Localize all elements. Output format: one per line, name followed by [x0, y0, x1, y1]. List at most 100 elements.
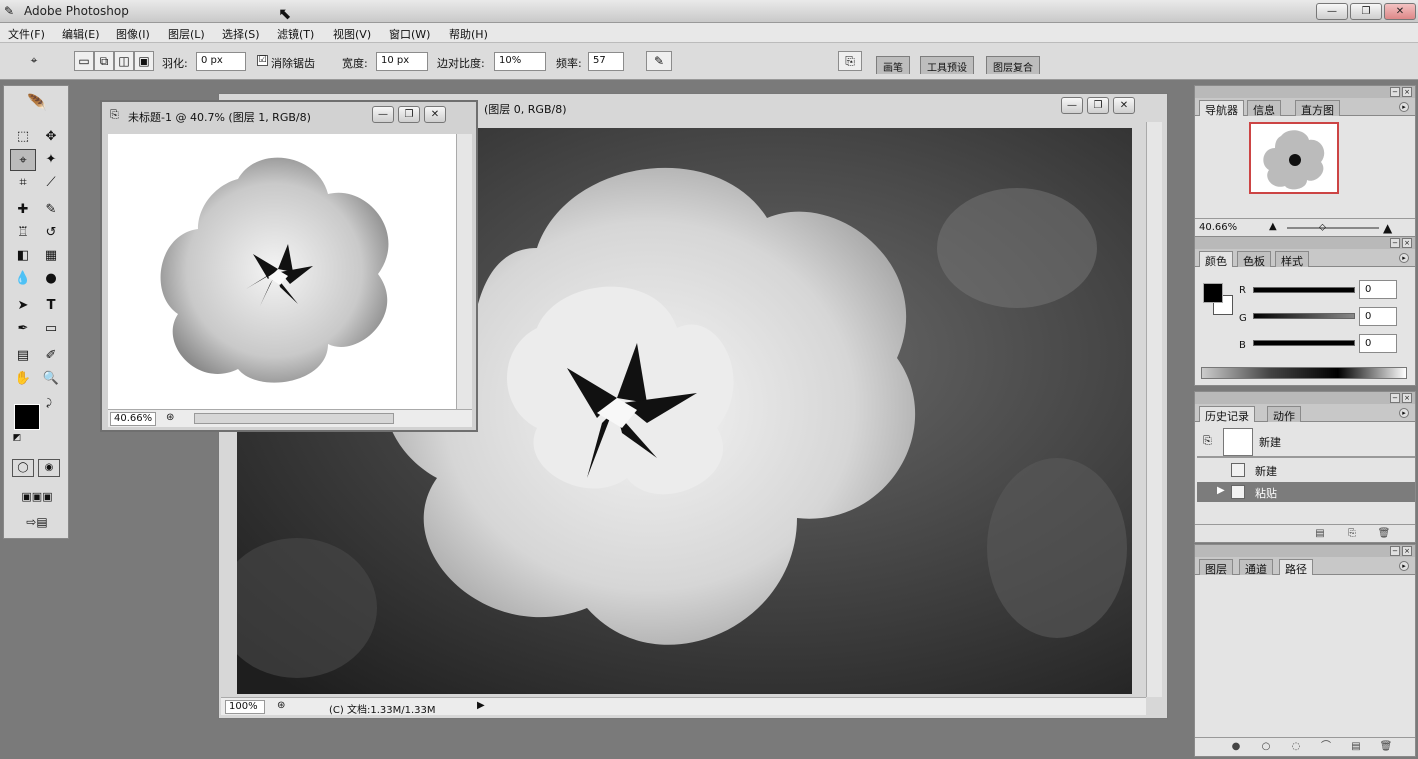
notes-icon[interactable]: ▤ — [10, 345, 36, 367]
doc-close-button[interactable]: ✕ — [1113, 97, 1135, 114]
marquee-icon[interactable]: ⬚ — [10, 126, 36, 148]
history-brush-icon[interactable]: ↺ — [38, 222, 64, 244]
magic-wand-icon[interactable]: ✦ — [38, 149, 64, 171]
photoshop-feather-icon[interactable]: 🪶 — [10, 92, 64, 118]
new-path-icon[interactable]: ▤ — [1349, 740, 1363, 754]
small-restore-button[interactable]: ❐ — [398, 106, 420, 123]
blur-icon[interactable]: 💧 — [10, 268, 36, 290]
add-selection-icon[interactable]: ⧉ — [94, 51, 114, 71]
menu-window[interactable]: 窗口(W) — [389, 26, 430, 42]
history-item[interactable]: 新建 — [1197, 460, 1415, 480]
tab-layers[interactable]: 图层 — [1199, 559, 1233, 576]
panel-close-icon[interactable]: × — [1402, 238, 1412, 248]
fill-path-icon[interactable]: ● — [1229, 740, 1243, 754]
edge-contrast-input[interactable]: 10% — [494, 52, 546, 71]
standard-mode-icon[interactable]: ◯ — [12, 459, 34, 477]
panel-minimize-icon[interactable]: − — [1390, 87, 1400, 97]
slice-icon[interactable]: ⟋ — [38, 172, 64, 194]
menu-select[interactable]: 选择(S) — [222, 26, 260, 42]
foreground-color-chip[interactable] — [1203, 283, 1223, 303]
make-work-path-icon[interactable]: ⌒ — [1319, 740, 1333, 754]
tablet-pressure-icon[interactable]: ✎ — [646, 51, 672, 71]
channel-g-value[interactable]: 0 — [1359, 307, 1397, 326]
crop-icon[interactable]: ⌗ — [10, 172, 36, 194]
tab-styles[interactable]: 样式 — [1275, 251, 1309, 268]
file-browser-icon[interactable]: ⎘ — [838, 51, 862, 71]
doc-minimize-button[interactable]: — — [1061, 97, 1083, 114]
clone-stamp-icon[interactable]: ♖ — [10, 222, 36, 244]
screen-mode-icons[interactable]: ▣▣▣ — [10, 488, 64, 506]
pen-icon[interactable]: ✒ — [10, 318, 36, 340]
history-snapshot-row[interactable]: ⎘ 新建 — [1197, 426, 1415, 458]
delete-state-icon[interactable]: 🗑 — [1377, 527, 1391, 541]
small-vertical-scrollbar[interactable] — [456, 134, 472, 409]
navigator-zoom-slider[interactable] — [1287, 227, 1379, 229]
jump-to-imageready-icon[interactable]: ⇨▤ — [10, 512, 64, 532]
main-zoom-field[interactable]: 100% — [225, 700, 265, 714]
channel-r-slider[interactable] — [1253, 287, 1355, 293]
well-tab-layer-comps[interactable]: 图层复合 — [986, 56, 1040, 74]
history-item-selected[interactable]: ▶ 粘贴 — [1197, 482, 1415, 502]
frequency-input[interactable]: 57 — [588, 52, 624, 71]
main-zoom-icon[interactable]: ⊛ — [277, 700, 285, 711]
new-snapshot-icon[interactable]: ⎘ — [1345, 527, 1359, 541]
tab-paths[interactable]: 路径 — [1279, 559, 1313, 576]
foreground-color-swatch[interactable] — [14, 404, 40, 430]
panel-minimize-icon[interactable]: − — [1390, 546, 1400, 556]
default-colors-icon[interactable]: ◩ — [10, 432, 24, 444]
load-path-as-selection-icon[interactable]: ◌ — [1289, 740, 1303, 754]
navigator-thumbnail[interactable] — [1249, 122, 1339, 194]
menu-image[interactable]: 图像(I) — [116, 26, 150, 42]
intersect-selection-icon[interactable]: ▣ — [134, 51, 154, 71]
close-button[interactable]: ✕ — [1384, 3, 1416, 20]
tab-channels[interactable]: 通道 — [1239, 559, 1273, 576]
antialias-checkbox[interactable]: ☑ — [257, 55, 268, 66]
panel-close-icon[interactable]: × — [1402, 393, 1412, 403]
tab-swatches[interactable]: 色板 — [1237, 251, 1271, 268]
feather-input[interactable]: 0 px — [196, 52, 246, 71]
panel-close-icon[interactable]: × — [1402, 87, 1412, 97]
menu-layer[interactable]: 图层(L) — [168, 26, 205, 42]
channel-b-slider[interactable] — [1253, 340, 1355, 346]
dodge-icon[interactable]: ● — [38, 268, 64, 290]
minimize-button[interactable]: — — [1316, 3, 1348, 20]
restore-button[interactable]: ❐ — [1350, 3, 1382, 20]
menu-help[interactable]: 帮助(H) — [449, 26, 488, 42]
tab-color[interactable]: 颜色 — [1199, 251, 1233, 268]
well-tab-brushes[interactable]: 画笔 — [876, 56, 910, 74]
healing-brush-icon[interactable]: ✚ — [10, 199, 36, 221]
brush-icon[interactable]: ✎ — [38, 199, 64, 221]
small-zoom-field[interactable]: 40.66% — [110, 412, 156, 426]
delete-path-icon[interactable]: 🗑 — [1379, 740, 1393, 754]
magnetic-lasso-preset-icon[interactable]: ⌖ — [24, 51, 44, 71]
channel-g-slider[interactable] — [1253, 313, 1355, 319]
quick-mask-icon[interactable]: ◉ — [38, 459, 60, 477]
panel-close-icon[interactable]: × — [1402, 546, 1412, 556]
new-selection-icon[interactable]: ▭ — [74, 51, 94, 71]
small-close-button[interactable]: ✕ — [424, 106, 446, 123]
small-minimize-button[interactable]: — — [372, 106, 394, 123]
gradient-icon[interactable]: ▦ — [38, 245, 64, 267]
subtract-selection-icon[interactable]: ◫ — [114, 51, 134, 71]
zoom-in-icon[interactable]: ▲ — [1383, 221, 1392, 235]
shape-icon[interactable]: ▭ — [38, 318, 64, 340]
panel-menu-icon[interactable]: ▸ — [1399, 102, 1409, 112]
panel-menu-icon[interactable]: ▸ — [1399, 253, 1409, 263]
width-input[interactable]: 10 px — [376, 52, 428, 71]
new-document-from-state-icon[interactable]: ▤ — [1313, 527, 1327, 541]
eyedropper-icon[interactable]: ✐ — [38, 345, 64, 367]
eraser-icon[interactable]: ◧ — [10, 245, 36, 267]
menu-edit[interactable]: 编辑(E) — [62, 26, 100, 42]
menu-filter[interactable]: 滤镜(T) — [277, 26, 314, 42]
well-tab-tool-presets[interactable]: 工具预设 — [920, 56, 974, 74]
tab-navigator[interactable]: 导航器 — [1199, 100, 1244, 117]
magnetic-lasso-icon[interactable]: ⌖ — [10, 149, 36, 171]
menu-view[interactable]: 视图(V) — [333, 26, 371, 42]
main-vertical-scrollbar[interactable] — [1146, 122, 1162, 697]
panel-minimize-icon[interactable]: − — [1390, 238, 1400, 248]
status-menu-arrow-icon[interactable]: ▶ — [477, 700, 485, 711]
zoom-out-icon[interactable]: ▲ — [1269, 221, 1277, 232]
snapshot-source-icon[interactable]: ⎘ — [1203, 434, 1212, 448]
small-canvas-image[interactable] — [108, 134, 456, 409]
small-zoom-icon[interactable]: ⊛ — [166, 412, 174, 423]
